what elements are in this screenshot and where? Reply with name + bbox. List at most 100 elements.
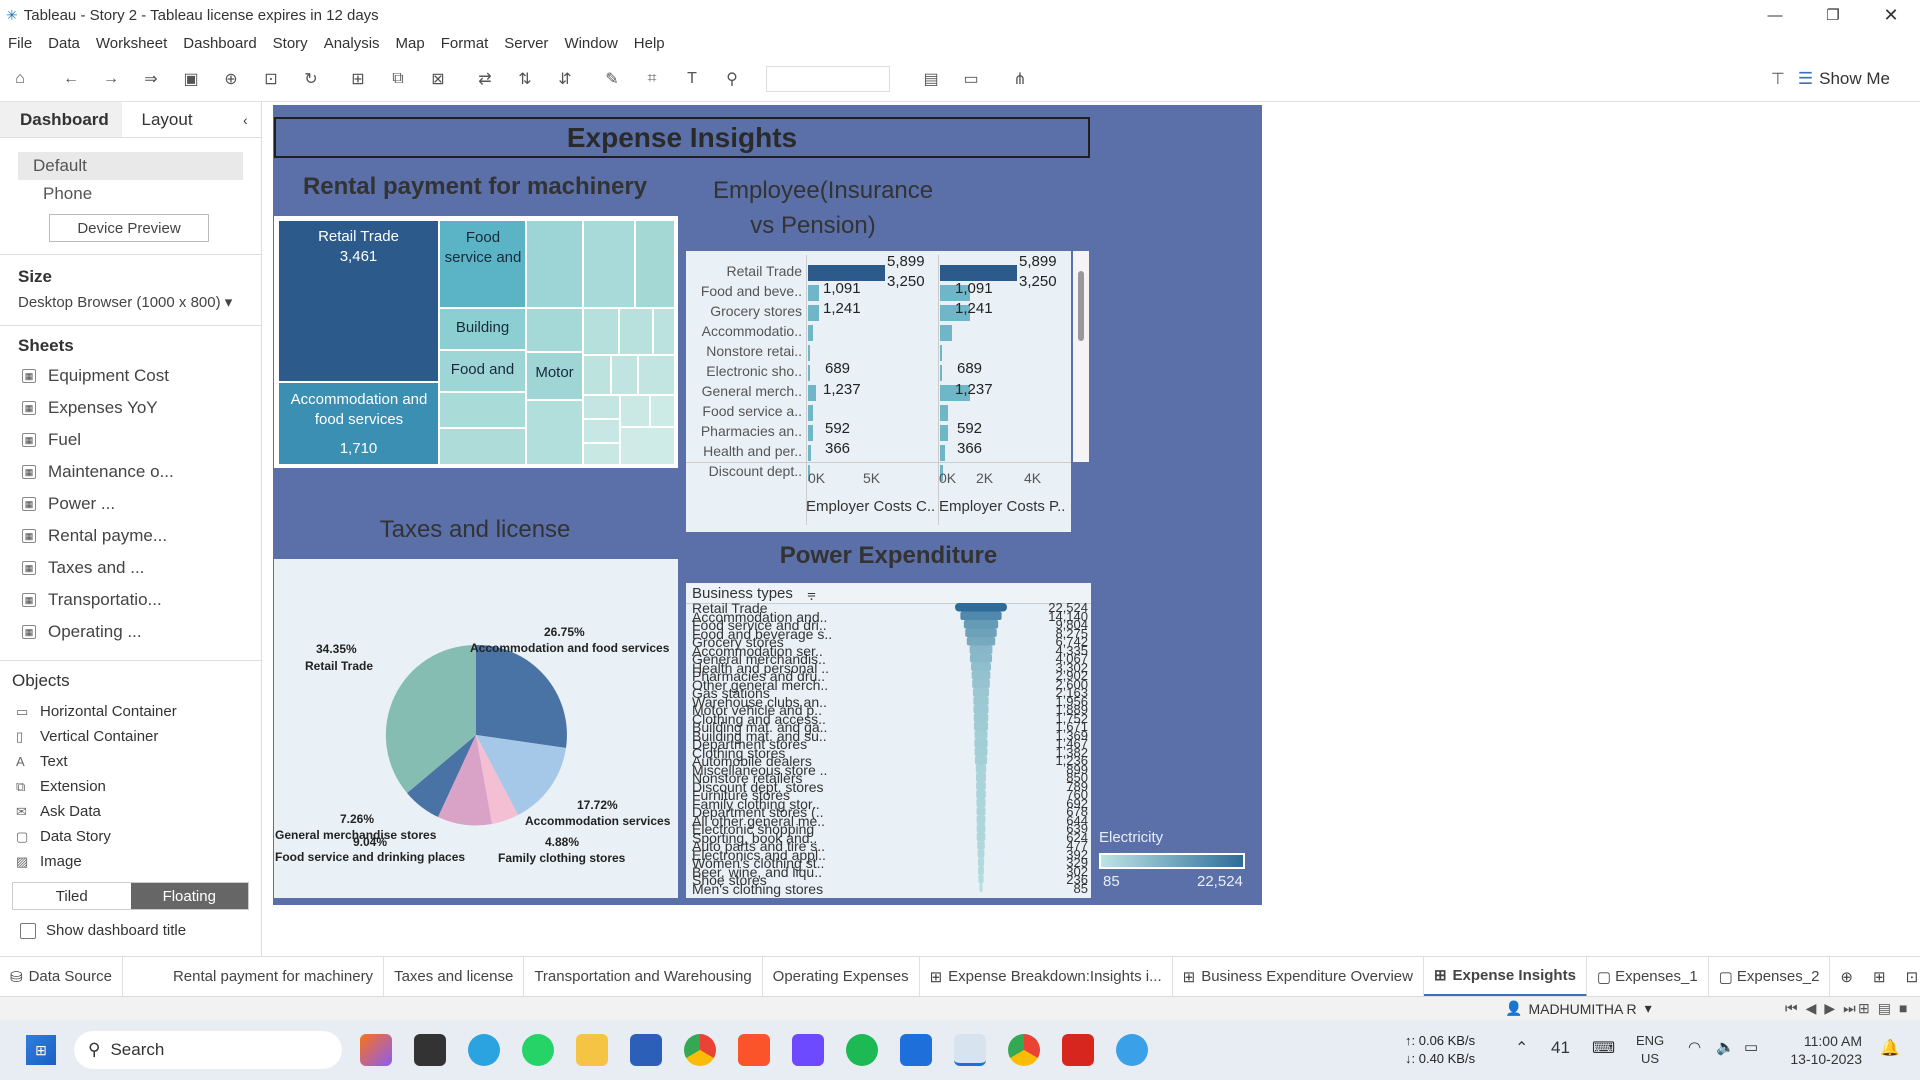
- sort-desc-icon[interactable]: ⇵: [554, 68, 576, 90]
- power-funnel-bar[interactable]: [972, 679, 990, 689]
- tab-layout[interactable]: Layout: [122, 102, 244, 137]
- object-text[interactable]: A Text: [0, 749, 261, 774]
- tab-expense-breakdown[interactable]: ⊞ Expense Breakdown:Insights i...: [920, 956, 1173, 997]
- power-funnel-bar[interactable]: [976, 807, 986, 816]
- emp-bar-costs-a[interactable]: [808, 445, 811, 461]
- menu-help[interactable]: Help: [626, 35, 673, 52]
- menu-format[interactable]: Format: [433, 35, 497, 52]
- highlight-icon[interactable]: ✎: [601, 68, 623, 90]
- device-phone[interactable]: Phone: [0, 180, 261, 204]
- treemap-retail-trade[interactable]: [279, 221, 438, 381]
- tableau-icon[interactable]: [954, 1034, 986, 1066]
- power-funnel-bar[interactable]: [973, 722, 989, 731]
- group-icon[interactable]: ⌗: [641, 68, 663, 90]
- power-funnel-bar[interactable]: [971, 671, 991, 680]
- power-chart[interactable]: Business types ⩦ Retail Trade 22,524 Accom…: [686, 583, 1091, 898]
- duplicate-icon[interactable]: ⧉: [387, 68, 409, 90]
- power-funnel-bar[interactable]: [971, 662, 991, 672]
- object-image[interactable]: ▨ Image: [0, 849, 261, 874]
- object-extension[interactable]: ⧉ Extension: [0, 774, 261, 799]
- sheet-item[interactable]: ▦ Taxes and ...: [0, 552, 261, 584]
- emp-bar-costs-b[interactable]: [940, 265, 1017, 281]
- sheet-item[interactable]: ▦ Maintenance o...: [0, 456, 261, 488]
- sheet-item[interactable]: ▦ Expenses YoY: [0, 392, 261, 424]
- copilot-icon[interactable]: [360, 1034, 392, 1066]
- power-funnel-bar[interactable]: [976, 790, 986, 799]
- emp-bar-costs-b[interactable]: [940, 425, 948, 441]
- sheet-item[interactable]: ▦ Operating ...: [0, 616, 261, 648]
- sheet-item[interactable]: ▦ Power ...: [0, 488, 261, 520]
- labels-icon[interactable]: T: [681, 68, 703, 90]
- new-story-icon[interactable]: ⊡: [1906, 968, 1919, 986]
- new-datasource-icon[interactable]: ⊕: [220, 68, 242, 90]
- acrobat-icon[interactable]: [1062, 1034, 1094, 1066]
- fit-dropdown[interactable]: [766, 65, 890, 92]
- power-funnel-bar[interactable]: [977, 858, 985, 867]
- close-button[interactable]: ✕: [1862, 5, 1920, 26]
- power-funnel-bar[interactable]: [976, 815, 986, 825]
- menu-map[interactable]: Map: [388, 35, 433, 52]
- dashboard-title-box[interactable]: Expense Insights: [274, 117, 1090, 158]
- power-funnel-bar[interactable]: [973, 696, 989, 706]
- paint-icon[interactable]: ⊤: [1767, 68, 1789, 90]
- power-funnel-bar[interactable]: [977, 841, 985, 850]
- notification-bell-icon[interactable]: 🔔: [1880, 1038, 1900, 1058]
- power-funnel-bar[interactable]: [973, 713, 989, 723]
- undo-icon[interactable]: ←: [60, 68, 82, 90]
- desktop-icon[interactable]: [414, 1034, 446, 1066]
- pie-slice-accommodation-food[interactable]: [476, 644, 567, 748]
- emp-bar-costs-a[interactable]: [808, 325, 813, 341]
- tab-rental[interactable]: Rental payment for machinery: [123, 956, 385, 997]
- proton-vpn-icon[interactable]: [792, 1034, 824, 1066]
- power-funnel-bar[interactable]: [976, 824, 986, 833]
- new-dashboard-icon[interactable]: ⊞: [1873, 968, 1886, 986]
- power-funnel-bar[interactable]: [975, 764, 987, 774]
- restore-button[interactable]: ❐: [1804, 6, 1862, 24]
- power-funnel-bar[interactable]: [977, 849, 985, 859]
- power-funnel-bar[interactable]: [969, 654, 993, 663]
- temperature[interactable]: 41: [1551, 1038, 1570, 1058]
- app-icon[interactable]: [1116, 1034, 1148, 1066]
- power-funnel-bar[interactable]: [966, 637, 996, 646]
- menu-server[interactable]: Server: [496, 35, 556, 52]
- swap-icon[interactable]: ⇄: [474, 68, 496, 90]
- size-dropdown[interactable]: Desktop Browser (1000 x 800) ▾: [0, 287, 261, 311]
- sheet-item[interactable]: ▦ Fuel: [0, 424, 261, 456]
- user-name[interactable]: MADHUMITHA R: [1528, 1001, 1636, 1017]
- sort-asc-icon[interactable]: ⇅: [514, 68, 536, 90]
- volume-icon[interactable]: 🔈: [1716, 1038, 1735, 1056]
- tab-expense-insights[interactable]: ⊞ Expense Insights: [1423, 956, 1587, 997]
- save-icon[interactable]: ▣: [180, 68, 202, 90]
- tab-dashboard[interactable]: Dashboard: [0, 102, 122, 137]
- menu-analysis[interactable]: Analysis: [316, 35, 388, 52]
- presentation-icon[interactable]: ▭: [960, 68, 982, 90]
- object-vertical-container[interactable]: ▯ Vertical Container: [0, 724, 261, 749]
- emp-bar-costs-a[interactable]: [808, 345, 810, 361]
- power-funnel-bar[interactable]: [963, 620, 999, 629]
- new-sheet-icon[interactable]: ⊕: [1840, 968, 1853, 986]
- power-funnel-bar[interactable]: [960, 611, 1002, 621]
- show-cards-icon[interactable]: ▤: [920, 68, 942, 90]
- tab-operating[interactable]: Operating Expenses: [763, 956, 920, 997]
- emp-bar-costs-b[interactable]: [940, 405, 948, 421]
- chrome-profile-icon[interactable]: [1008, 1034, 1040, 1066]
- clear-sheet-icon[interactable]: ⊠: [427, 68, 449, 90]
- sheet-item[interactable]: ▦ Rental payme...: [0, 520, 261, 552]
- menu-story[interactable]: Story: [265, 35, 316, 52]
- menu-worksheet[interactable]: Worksheet: [88, 35, 175, 52]
- pin-icon[interactable]: ⚲: [721, 68, 743, 90]
- menu-data[interactable]: Data: [40, 35, 88, 52]
- power-funnel-bar[interactable]: [955, 603, 1007, 612]
- power-funnel-bar[interactable]: [976, 781, 986, 791]
- view-switcher[interactable]: ⊞ ▤ ■: [1858, 1000, 1907, 1017]
- minimize-button[interactable]: —: [1746, 7, 1804, 24]
- emp-bar-costs-b[interactable]: [940, 445, 945, 461]
- sheet-item[interactable]: ▦ Equipment Cost: [0, 360, 261, 392]
- language[interactable]: ENG US: [1636, 1032, 1664, 1068]
- replay-icon[interactable]: ⇒: [140, 68, 162, 90]
- power-funnel-bar[interactable]: [965, 628, 997, 638]
- tiled-button[interactable]: Tiled: [13, 883, 131, 909]
- employee-scrollbar[interactable]: [1073, 251, 1089, 462]
- emp-bar-costs-a[interactable]: [808, 285, 819, 301]
- windows-start-icon[interactable]: ⊞: [26, 1035, 56, 1065]
